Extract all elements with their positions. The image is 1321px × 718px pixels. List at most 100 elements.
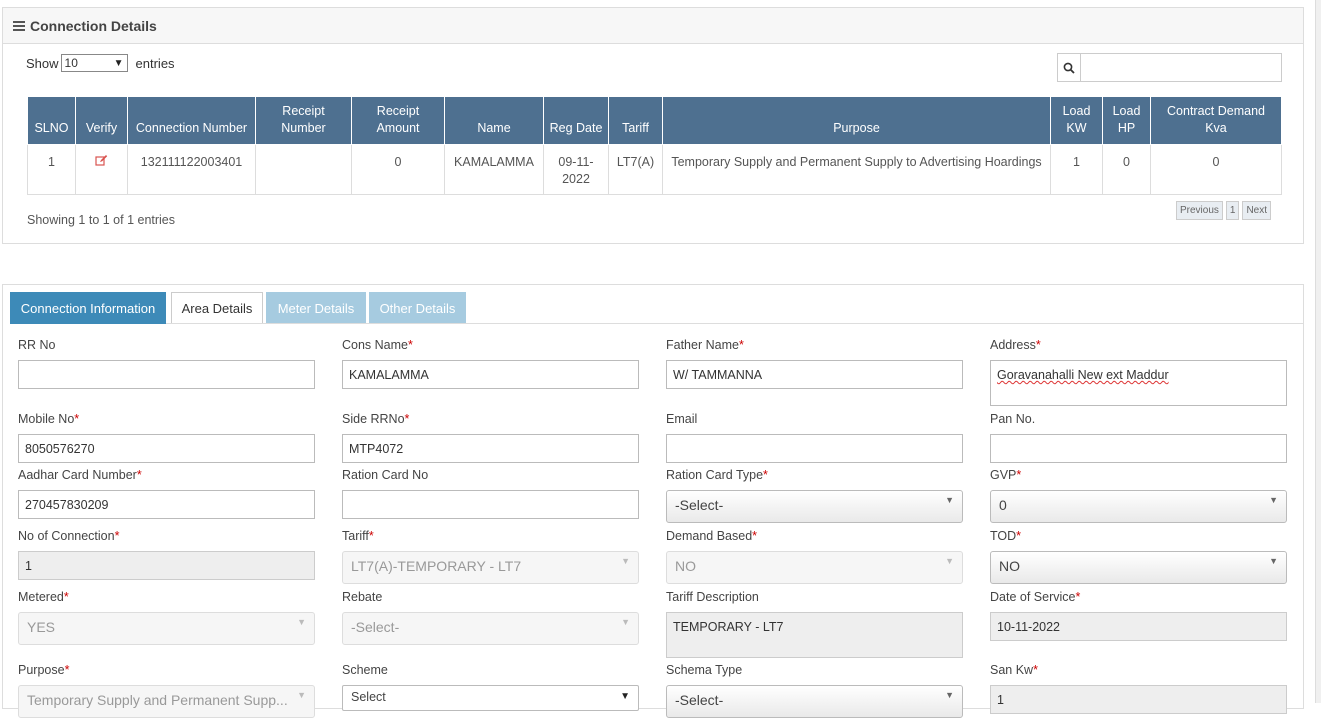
tod-select[interactable]: NO ▼ <box>990 551 1287 584</box>
tariff-group: Tariff* LT7(A)-TEMPORARY - LT7 ▼ <box>342 529 639 584</box>
col-load-kw[interactable]: Load KW <box>1050 96 1103 145</box>
caret-down-icon: ▼ <box>945 556 954 566</box>
caret-down-icon: ▼ <box>945 690 954 700</box>
col-receipt-amount[interactable]: Receipt Amount <box>351 96 445 145</box>
tab-area-details[interactable]: Area Details <box>171 292 263 323</box>
col-load-hp[interactable]: Load HP <box>1102 96 1151 145</box>
san-kw-label: San Kw <box>990 663 1034 677</box>
page-1-button[interactable]: 1 <box>1225 201 1240 220</box>
purpose-select[interactable]: Temporary Supply and Permanent Supp... ▼ <box>18 685 315 718</box>
father-name-input[interactable]: W/ TAMMANNA <box>666 360 963 389</box>
metered-select[interactable]: YES ▼ <box>18 612 315 645</box>
col-receipt-number[interactable]: Receipt Number <box>255 96 352 145</box>
cell-contract-demand: 0 <box>1150 144 1282 195</box>
gvp-select[interactable]: 0 ▼ <box>990 490 1287 523</box>
col-connection-number[interactable]: Connection Number <box>127 96 256 145</box>
tab-meter-details[interactable]: Meter Details <box>266 292 366 323</box>
cell-reg-date: 09-11-2022 <box>543 144 609 195</box>
show-label: Show <box>26 55 59 71</box>
page-length-select[interactable]: 10 ▼ <box>60 54 128 72</box>
san-kw-group: San Kw* 1 <box>990 663 1287 714</box>
side-rrno-group: Side RRNo* MTP4072 <box>342 412 639 463</box>
panel-title: Connection Details <box>30 17 157 34</box>
email-label: Email <box>666 412 698 426</box>
col-name[interactable]: Name <box>444 96 544 145</box>
cell-load-hp: 0 <box>1102 144 1151 195</box>
table-header-row: SLNO Verify Connection Number Receipt Nu… <box>27 96 1282 145</box>
address-label: Address <box>990 338 1036 352</box>
tab-other-details[interactable]: Other Details <box>369 292 466 323</box>
pan-no-label: Pan No. <box>990 412 1036 426</box>
pan-no-group: Pan No. <box>990 412 1287 463</box>
caret-down-icon: ▼ <box>621 556 630 566</box>
edit-icon[interactable] <box>95 155 108 169</box>
caret-down-icon: ▼ <box>945 495 954 505</box>
cons-name-label: Cons Name <box>342 338 408 352</box>
date-of-service-group: Date of Service* 10-11-2022 <box>990 590 1287 641</box>
chevron-down-icon: ▼ <box>620 691 630 702</box>
demand-based-group: Demand Based* NO ▼ <box>666 529 963 584</box>
col-reg-date[interactable]: Reg Date <box>543 96 609 145</box>
side-rrno-label: Side RRNo <box>342 412 405 426</box>
aadhar-label: Aadhar Card Number <box>18 468 137 482</box>
father-name-group: Father Name* W/ TAMMANNA <box>666 338 963 389</box>
tariff-description-group: Tariff Description TEMPORARY - LT7 <box>666 590 963 658</box>
cell-connection-number: 132111122003401 <box>127 144 256 195</box>
aadhar-group: Aadhar Card Number* 270457830209 <box>18 468 315 519</box>
caret-down-icon: ▼ <box>1269 556 1278 566</box>
address-textarea[interactable]: Goravanahalli New ext Maddur <box>990 360 1287 406</box>
col-contract-demand[interactable]: Contract Demand Kva <box>1150 96 1282 145</box>
pan-no-input[interactable] <box>990 434 1287 463</box>
email-group: Email <box>666 412 963 463</box>
rebate-select[interactable]: -Select- ▼ <box>342 612 639 645</box>
date-of-service-input[interactable]: 10-11-2022 <box>990 612 1287 641</box>
no-of-connection-input[interactable]: 1 <box>18 551 315 580</box>
scheme-label: Scheme <box>342 663 388 677</box>
ration-card-type-select[interactable]: -Select- ▼ <box>666 490 963 523</box>
rebate-label: Rebate <box>342 590 383 604</box>
rr-no-input[interactable] <box>18 360 315 389</box>
cell-receipt-number <box>255 144 352 195</box>
tariff-description-label: Tariff Description <box>666 590 759 604</box>
rr-no-group: RR No <box>18 338 315 389</box>
panel-heading: Connection Details <box>3 8 1303 44</box>
scheme-select[interactable]: Select ▼ <box>342 685 639 711</box>
cell-name: KAMALAMMA <box>444 144 544 195</box>
search-input[interactable] <box>1081 54 1281 81</box>
cell-purpose: Temporary Supply and Permanent Supply to… <box>662 144 1051 195</box>
ration-card-no-input[interactable] <box>342 490 639 519</box>
page-scrollbar[interactable] <box>1315 0 1321 703</box>
father-name-label: Father Name <box>666 338 739 352</box>
previous-button[interactable]: Previous <box>1175 201 1223 220</box>
col-purpose[interactable]: Purpose <box>662 96 1051 145</box>
metered-label: Metered <box>18 590 64 604</box>
mobile-no-input[interactable]: 8050576270 <box>18 434 315 463</box>
aadhar-input[interactable]: 270457830209 <box>18 490 315 519</box>
next-button[interactable]: Next <box>1242 201 1271 220</box>
hamburger-menu-icon <box>13 19 25 33</box>
mobile-no-label: Mobile No <box>18 412 75 426</box>
san-kw-input[interactable]: 1 <box>990 685 1287 714</box>
page-length-control: Show 10 ▼ entries <box>26 54 175 72</box>
tariff-description-textarea[interactable]: TEMPORARY - LT7 <box>666 612 963 658</box>
col-tariff[interactable]: Tariff <box>608 96 663 145</box>
cons-name-input[interactable]: KAMALAMMA <box>342 360 639 389</box>
ration-card-type-label: Ration Card Type <box>666 468 764 482</box>
tariff-select[interactable]: LT7(A)-TEMPORARY - LT7 ▼ <box>342 551 639 584</box>
demand-based-select[interactable]: NO ▼ <box>666 551 963 584</box>
rr-no-label: RR No <box>18 338 56 352</box>
cell-tariff: LT7(A) <box>608 144 663 195</box>
chevron-down-icon: ▼ <box>113 57 124 69</box>
email-input[interactable] <box>666 434 963 463</box>
gvp-group: GVP* 0 ▼ <box>990 468 1287 523</box>
side-rrno-input[interactable]: MTP4072 <box>342 434 639 463</box>
col-verify[interactable]: Verify <box>75 96 128 145</box>
no-of-connection-label: No of Connection <box>18 529 115 543</box>
no-of-connection-group: No of Connection* 1 <box>18 529 315 580</box>
rebate-group: Rebate -Select- ▼ <box>342 590 639 645</box>
schema-type-select[interactable]: -Select- ▼ <box>666 685 963 718</box>
cell-verify <box>75 144 128 195</box>
col-slno[interactable]: SLNO <box>27 96 76 145</box>
tab-connection-information[interactable]: Connection Information <box>10 292 166 324</box>
mobile-no-group: Mobile No* 8050576270 <box>18 412 315 463</box>
